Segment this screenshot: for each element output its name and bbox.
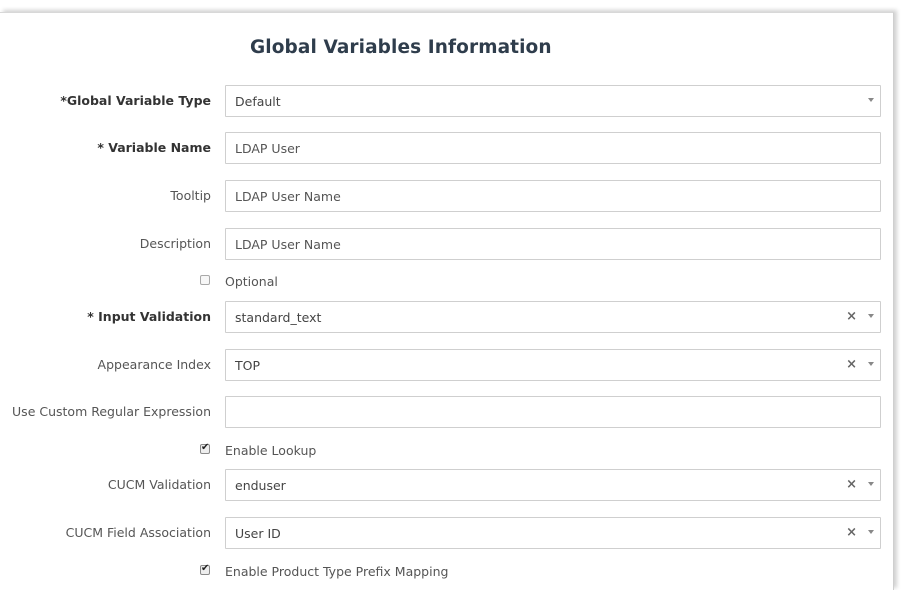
appearance-index-label: Appearance Index [97, 357, 211, 372]
chevron-down-icon[interactable] [868, 362, 874, 366]
check-icon: ✔ [201, 563, 210, 574]
variable-name-value: LDAP User [235, 141, 300, 156]
cucm-field-association-select[interactable]: User ID × [225, 517, 881, 549]
enable-prefix-mapping-checkbox[interactable]: ✔ [200, 563, 210, 575]
description-input[interactable]: LDAP User Name [225, 228, 881, 260]
chevron-down-icon[interactable] [868, 482, 874, 486]
appearance-index-select[interactable]: TOP × [225, 349, 881, 381]
cucm-field-association-label: CUCM Field Association [65, 525, 211, 540]
tooltip-input[interactable]: LDAP User Name [225, 180, 881, 212]
variable-name-input[interactable]: LDAP User [225, 132, 881, 164]
chevron-down-icon[interactable] [868, 530, 874, 534]
chevron-down-icon[interactable] [868, 314, 874, 318]
cucm-validation-label: CUCM Validation [107, 477, 211, 492]
custom-regex-input[interactable] [225, 396, 881, 428]
clear-icon[interactable]: × [846, 310, 857, 324]
global-variable-type-value: Default [235, 94, 281, 109]
optional-label: Optional [225, 274, 278, 289]
description-value: LDAP User Name [235, 237, 341, 252]
chevron-down-icon[interactable] [868, 98, 874, 102]
variable-name-label: * Variable Name [97, 140, 211, 155]
check-icon: ✔ [201, 442, 210, 453]
enable-lookup-label: Enable Lookup [225, 443, 317, 458]
global-variable-type-select[interactable]: Default [225, 85, 881, 117]
custom-regex-label: Use Custom Regular Expression [12, 404, 211, 419]
cucm-validation-select[interactable]: enduser × [225, 469, 881, 501]
cucm-field-association-value: User ID [235, 526, 281, 541]
clear-icon[interactable]: × [846, 526, 857, 540]
clear-icon[interactable]: × [846, 358, 857, 372]
description-label: Description [139, 236, 211, 251]
input-validation-label: * Input Validation [87, 309, 211, 324]
tooltip-label: Tooltip [170, 188, 211, 203]
page-title: Global Variables Information [250, 37, 552, 58]
appearance-index-value: TOP [235, 358, 261, 373]
tooltip-value: LDAP User Name [235, 189, 341, 204]
global-variable-type-label: *Global Variable Type [60, 93, 211, 108]
input-validation-value: standard_text [235, 310, 322, 325]
optional-checkbox[interactable] [200, 275, 210, 285]
input-validation-select[interactable]: standard_text × [225, 301, 881, 333]
enable-lookup-checkbox[interactable]: ✔ [200, 442, 210, 454]
clear-icon[interactable]: × [846, 478, 857, 492]
cucm-validation-value: enduser [235, 478, 286, 493]
enable-prefix-mapping-label: Enable Product Type Prefix Mapping [225, 564, 449, 579]
